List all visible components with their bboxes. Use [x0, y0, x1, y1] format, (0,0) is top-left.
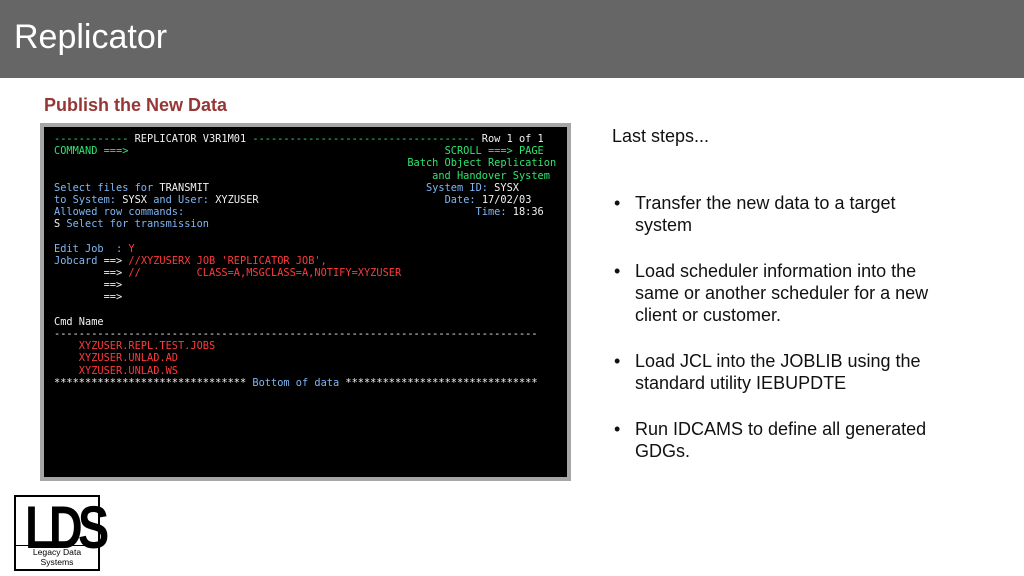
terminal-text: Select for transmission	[60, 218, 209, 231]
lds-logo: LDS Legacy Data Systems	[14, 494, 109, 571]
terminal-text: System ID:	[209, 181, 495, 194]
terminal-text: XYZUSER.UNLAD.WS	[54, 364, 178, 377]
bullet-icon: •	[614, 351, 621, 371]
bullet-item: • Transfer the new data to a target syst…	[612, 192, 942, 236]
terminal-text: Cmd Name	[54, 315, 104, 328]
terminal-line: XYZUSER.REPL.TEST.JOBS	[54, 340, 567, 352]
logo-tagline: Legacy Data Systems	[16, 545, 98, 567]
terminal-text: Bottom of data	[252, 376, 340, 389]
terminal-text: ----------------------------------------…	[54, 328, 538, 340]
terminal-text: and User:	[147, 193, 216, 206]
terminal-line: Select files for TRANSMIT System ID: SYS…	[54, 182, 567, 194]
bullet-icon: •	[614, 261, 621, 281]
terminal-line: ------------ REPLICATOR V3R1M01 --------…	[54, 133, 567, 145]
terminal-text: to System:	[54, 193, 123, 206]
terminal-text: ==>	[54, 267, 129, 280]
terminal-screen: ------------ REPLICATOR V3R1M01 --------…	[44, 127, 567, 477]
terminal-text: REPLICATOR V3R1M01	[134, 133, 247, 145]
terminal-line: Batch Object Replication	[54, 157, 567, 169]
terminal-line: XYZUSER.UNLAD.AD	[54, 352, 567, 364]
terminal-line: ==> // CLASS=A,MSGCLASS=A,NOTIFY=XYZUSER	[54, 267, 567, 279]
terminal-text: Date:	[258, 193, 482, 206]
terminal-line: XYZUSER.UNLAD.WS	[54, 365, 567, 377]
terminal-text: XYZUSER.UNLAD.AD	[54, 352, 178, 365]
terminal-line: ==>	[54, 291, 567, 303]
terminal-text: SCROLL ===> PAGE	[444, 145, 544, 158]
terminal-text: Edit Job :	[54, 242, 129, 255]
terminal-line: and Handover System	[54, 170, 567, 182]
terminal-text: 18:36	[512, 206, 544, 219]
terminal-line: ----------------------------------------…	[54, 328, 567, 340]
terminal-text: SYSX	[122, 193, 148, 206]
terminal-line: COMMAND ===> SCROLL ===> PAGE	[54, 145, 567, 157]
terminal-line: Edit Job : Y	[54, 243, 567, 255]
terminal-line: Cmd Name	[54, 316, 567, 328]
terminal-line: to System: SYSX and User: XYZUSER Date: …	[54, 194, 567, 206]
terminal-text: ------------	[54, 133, 135, 145]
terminal-text: XYZUSER	[215, 193, 259, 206]
terminal-text: XYZUSER.REPL.TEST.JOBS	[54, 340, 216, 353]
terminal-text: 17/02/03	[481, 193, 532, 206]
bullet-text: Transfer the new data to a target system	[635, 193, 896, 235]
terminal-line: ******************************* Bottom o…	[54, 377, 567, 389]
terminal-text: and Handover System	[54, 169, 550, 182]
terminal-text: ==>	[54, 279, 123, 292]
terminal-text: ------------------------------------	[246, 133, 482, 145]
terminal-line: Jobcard ==> //XYZUSERX JOB 'REPLICATOR J…	[54, 255, 567, 267]
bullet-text: Load JCL into the JOBLIB using the stand…	[635, 351, 921, 393]
terminal-text: ==>	[54, 291, 123, 304]
terminal-text: TRANSMIT	[159, 181, 209, 194]
title-bar: Replicator	[0, 0, 1024, 78]
terminal-line: S Select for transmission	[54, 218, 567, 230]
terminal-text: ==>	[103, 254, 129, 267]
terminal-text: Row 1 of 1	[481, 133, 544, 145]
terminal-text: COMMAND ===>	[54, 145, 445, 158]
bullet-item: • Load scheduler information into the sa…	[612, 260, 942, 326]
bullet-icon: •	[614, 193, 621, 213]
terminal-text: Jobcard	[54, 254, 104, 267]
slide-title: Replicator	[14, 18, 168, 56]
bullet-text: Run IDCAMS to define all generated GDGs.	[635, 419, 927, 461]
terminal-text: Allowed row commands: Time:	[54, 206, 513, 219]
bullet-item: • Run IDCAMS to define all generated GDG…	[612, 418, 942, 462]
terminal-text: Batch Object Replication	[54, 157, 557, 170]
terminal-line: ==>	[54, 279, 567, 291]
terminal-text: Y	[128, 242, 135, 255]
slide-subtitle: Publish the New Data	[44, 95, 228, 115]
terminal-text: SYSX	[494, 181, 519, 194]
notes-lead: Last steps...	[612, 126, 710, 146]
terminal-text: *******************************	[54, 376, 253, 389]
notes-panel: Last steps... • Transfer the new data to…	[612, 124, 942, 486]
terminal-text: //XYZUSERX JOB 'REPLICATOR JOB',	[128, 254, 327, 267]
terminal-screenshot-frame: ------------ REPLICATOR V3R1M01 --------…	[40, 123, 571, 481]
terminal-text: // CLASS=A,MSGCLASS=A,NOTIFY=XYZUSER	[128, 267, 402, 280]
terminal-text: Select files for	[54, 181, 160, 194]
terminal-text: *******************************	[339, 376, 538, 389]
terminal-line: Allowed row commands: Time: 18:36	[54, 206, 567, 218]
bullet-icon: •	[614, 419, 621, 439]
bullet-text: Load scheduler information into the same…	[635, 261, 929, 325]
bullet-item: • Load JCL into the JOBLIB using the sta…	[612, 350, 942, 394]
